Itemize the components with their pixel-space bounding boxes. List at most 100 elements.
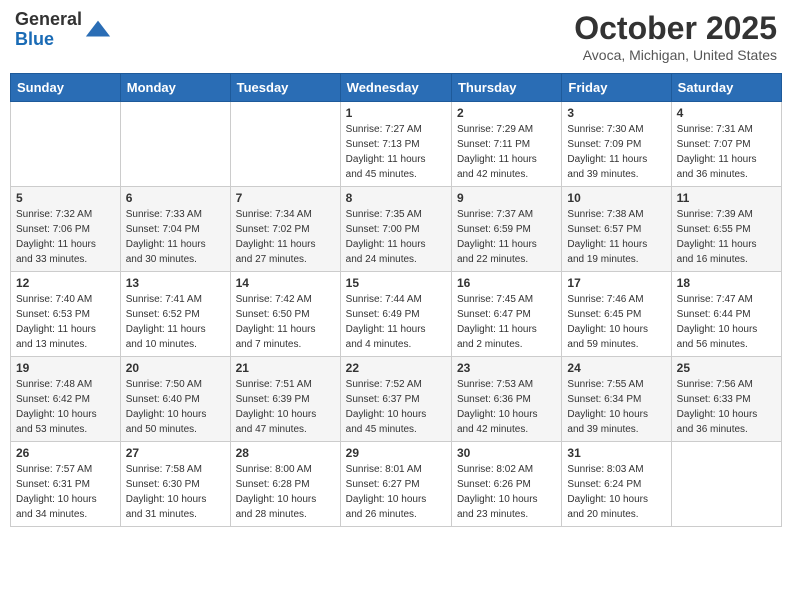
calendar-week-row: 5 Sunrise: 7:32 AM Sunset: 7:06 PM Daylig… (11, 187, 782, 272)
calendar-cell (230, 102, 340, 187)
day-number: 7 (236, 191, 335, 205)
day-of-week-header: Thursday (451, 74, 561, 102)
calendar-cell: 10 Sunrise: 7:38 AM Sunset: 6:57 PM Dayli… (562, 187, 671, 272)
calendar-cell: 18 Sunrise: 7:47 AM Sunset: 6:44 PM Dayli… (671, 272, 781, 357)
day-of-week-header: Saturday (671, 74, 781, 102)
day-number: 5 (16, 191, 115, 205)
calendar-cell: 8 Sunrise: 7:35 AM Sunset: 7:00 PM Daylig… (340, 187, 451, 272)
calendar-cell: 13Sunrise: 7:41 AM Sunset: 6:52 PM Dayli… (120, 272, 230, 357)
logo-general-text: General (15, 10, 82, 30)
day-number: 26 (16, 446, 115, 460)
day-info: Sunrise: 8:01 AM Sunset: 6:27 PM Dayligh… (346, 462, 446, 522)
day-info: Sunrise: 7:58 AM Sunset: 6:30 PM Dayligh… (126, 462, 225, 522)
day-info: Sunrise: 7:27 AM Sunset: 7:13 PM Dayligh… (346, 122, 446, 182)
day-of-week-header: Sunday (11, 74, 121, 102)
calendar-cell (120, 102, 230, 187)
day-number: 19 (16, 361, 115, 375)
location: Avoca, Michigan, United States (574, 47, 777, 63)
title-block: October 2025 Avoca, Michigan, United Sta… (574, 10, 777, 63)
day-number: 14 (236, 276, 335, 290)
day-info: Sunrise: 7:35 AM Sunset: 7:00 PM Dayligh… (346, 207, 446, 267)
day-number: 12 (16, 276, 115, 290)
day-number: 1 (346, 106, 446, 120)
calendar-cell: 7Sunrise: 7:34 AM Sunset: 7:02 PM Daylig… (230, 187, 340, 272)
page-header: General Blue October 2025 Avoca, Michiga… (10, 10, 782, 63)
logo-blue-text: Blue (15, 30, 82, 50)
day-number: 20 (126, 361, 225, 375)
calendar-cell: 25 Sunrise: 7:56 AM Sunset: 6:33 PM Dayli… (671, 357, 781, 442)
calendar-cell: 31Sunrise: 8:03 AM Sunset: 6:24 PM Dayli… (562, 442, 671, 527)
calendar-cell: 12 Sunrise: 7:40 AM Sunset: 6:53 PM Dayli… (11, 272, 121, 357)
calendar-cell: 6 Sunrise: 7:33 AM Sunset: 7:04 PM Daylig… (120, 187, 230, 272)
calendar-week-row: 19 Sunrise: 7:48 AM Sunset: 6:42 PM Dayli… (11, 357, 782, 442)
day-info: Sunrise: 7:55 AM Sunset: 6:34 PM Dayligh… (567, 377, 665, 437)
day-info: Sunrise: 7:53 AM Sunset: 6:36 PM Dayligh… (457, 377, 556, 437)
calendar-cell: 26Sunrise: 7:57 AM Sunset: 6:31 PM Dayli… (11, 442, 121, 527)
day-info: Sunrise: 7:41 AM Sunset: 6:52 PM Dayligh… (126, 292, 225, 352)
month-title: October 2025 (574, 10, 777, 47)
calendar-cell: 21 Sunrise: 7:51 AM Sunset: 6:39 PM Dayli… (230, 357, 340, 442)
calendar-cell: 20Sunrise: 7:50 AM Sunset: 6:40 PM Dayli… (120, 357, 230, 442)
day-info: Sunrise: 7:39 AM Sunset: 6:55 PM Dayligh… (677, 207, 776, 267)
calendar-header-row: SundayMondayTuesdayWednesdayThursdayFrid… (11, 74, 782, 102)
day-info: Sunrise: 7:37 AM Sunset: 6:59 PM Dayligh… (457, 207, 556, 267)
day-number: 22 (346, 361, 446, 375)
day-number: 25 (677, 361, 776, 375)
calendar-cell: 23 Sunrise: 7:53 AM Sunset: 6:36 PM Dayli… (451, 357, 561, 442)
day-info: Sunrise: 7:32 AM Sunset: 7:06 PM Dayligh… (16, 207, 115, 267)
calendar-cell (671, 442, 781, 527)
day-info: Sunrise: 7:51 AM Sunset: 6:39 PM Dayligh… (236, 377, 335, 437)
calendar-cell: 11 Sunrise: 7:39 AM Sunset: 6:55 PM Dayli… (671, 187, 781, 272)
day-info: Sunrise: 8:02 AM Sunset: 6:26 PM Dayligh… (457, 462, 556, 522)
calendar-cell: 22Sunrise: 7:52 AM Sunset: 6:37 PM Dayli… (340, 357, 451, 442)
calendar-week-row: 26Sunrise: 7:57 AM Sunset: 6:31 PM Dayli… (11, 442, 782, 527)
calendar-week-row: 1 Sunrise: 7:27 AM Sunset: 7:13 PM Daylig… (11, 102, 782, 187)
day-number: 29 (346, 446, 446, 460)
calendar-week-row: 12 Sunrise: 7:40 AM Sunset: 6:53 PM Dayli… (11, 272, 782, 357)
day-info: Sunrise: 7:44 AM Sunset: 6:49 PM Dayligh… (346, 292, 446, 352)
day-number: 21 (236, 361, 335, 375)
day-of-week-header: Friday (562, 74, 671, 102)
day-info: Sunrise: 7:46 AM Sunset: 6:45 PM Dayligh… (567, 292, 665, 352)
day-of-week-header: Monday (120, 74, 230, 102)
day-number: 11 (677, 191, 776, 205)
day-number: 28 (236, 446, 335, 460)
day-number: 18 (677, 276, 776, 290)
day-number: 27 (126, 446, 225, 460)
day-info: Sunrise: 7:40 AM Sunset: 6:53 PM Dayligh… (16, 292, 115, 352)
day-info: Sunrise: 7:42 AM Sunset: 6:50 PM Dayligh… (236, 292, 335, 352)
calendar-table: SundayMondayTuesdayWednesdayThursdayFrid… (10, 73, 782, 527)
calendar-cell (11, 102, 121, 187)
calendar-cell: 29 Sunrise: 8:01 AM Sunset: 6:27 PM Dayli… (340, 442, 451, 527)
day-number: 3 (567, 106, 665, 120)
day-number: 10 (567, 191, 665, 205)
calendar-cell: 4 Sunrise: 7:31 AM Sunset: 7:07 PM Daylig… (671, 102, 781, 187)
day-number: 30 (457, 446, 556, 460)
day-of-week-header: Tuesday (230, 74, 340, 102)
calendar-cell: 17Sunrise: 7:46 AM Sunset: 6:45 PM Dayli… (562, 272, 671, 357)
calendar-cell: 15Sunrise: 7:44 AM Sunset: 6:49 PM Dayli… (340, 272, 451, 357)
calendar-cell: 28Sunrise: 8:00 AM Sunset: 6:28 PM Dayli… (230, 442, 340, 527)
day-info: Sunrise: 7:56 AM Sunset: 6:33 PM Dayligh… (677, 377, 776, 437)
day-number: 23 (457, 361, 556, 375)
logo: General Blue (15, 10, 112, 50)
day-number: 8 (346, 191, 446, 205)
day-info: Sunrise: 7:48 AM Sunset: 6:42 PM Dayligh… (16, 377, 115, 437)
day-info: Sunrise: 8:03 AM Sunset: 6:24 PM Dayligh… (567, 462, 665, 522)
day-number: 16 (457, 276, 556, 290)
day-info: Sunrise: 7:47 AM Sunset: 6:44 PM Dayligh… (677, 292, 776, 352)
day-info: Sunrise: 7:45 AM Sunset: 6:47 PM Dayligh… (457, 292, 556, 352)
day-number: 24 (567, 361, 665, 375)
day-info: Sunrise: 7:31 AM Sunset: 7:07 PM Dayligh… (677, 122, 776, 182)
day-number: 4 (677, 106, 776, 120)
day-number: 6 (126, 191, 225, 205)
calendar-cell: 27 Sunrise: 7:58 AM Sunset: 6:30 PM Dayli… (120, 442, 230, 527)
calendar-cell: 14 Sunrise: 7:42 AM Sunset: 6:50 PM Dayli… (230, 272, 340, 357)
day-info: Sunrise: 7:33 AM Sunset: 7:04 PM Dayligh… (126, 207, 225, 267)
calendar-cell: 1 Sunrise: 7:27 AM Sunset: 7:13 PM Daylig… (340, 102, 451, 187)
calendar-cell: 9Sunrise: 7:37 AM Sunset: 6:59 PM Daylig… (451, 187, 561, 272)
day-info: Sunrise: 7:29 AM Sunset: 7:11 PM Dayligh… (457, 122, 556, 182)
day-info: Sunrise: 7:38 AM Sunset: 6:57 PM Dayligh… (567, 207, 665, 267)
day-info: Sunrise: 7:30 AM Sunset: 7:09 PM Dayligh… (567, 122, 665, 182)
calendar-cell: 19 Sunrise: 7:48 AM Sunset: 6:42 PM Dayli… (11, 357, 121, 442)
